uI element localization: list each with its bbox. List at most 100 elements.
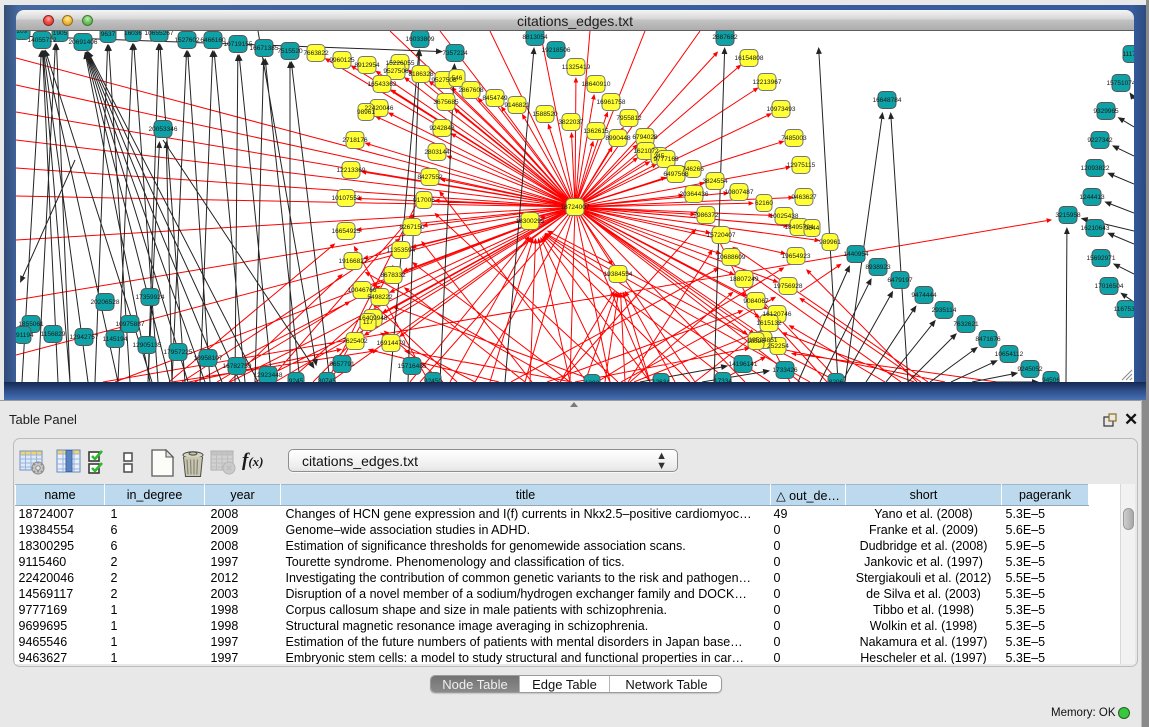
svg-text:1855061: 1855061: [18, 321, 44, 328]
svg-text:1905: 1905: [53, 31, 68, 37]
svg-text:15716485: 15716485: [398, 363, 427, 370]
svg-text:8678332: 8678332: [380, 272, 406, 279]
svg-text:6479197: 6479197: [887, 277, 913, 284]
svg-text:10046766: 10046766: [348, 287, 377, 294]
svg-text:3824554: 3824554: [702, 178, 728, 185]
svg-text:16036: 16036: [124, 31, 142, 37]
svg-text:1440954: 1440954: [843, 251, 869, 258]
svg-text:16671385: 16671385: [250, 45, 279, 52]
svg-text:18300295: 18300295: [516, 218, 545, 225]
svg-text:10973493: 10973493: [767, 106, 796, 113]
svg-text:1244413: 1244413: [1079, 194, 1105, 201]
svg-text:9474444: 9474444: [911, 292, 937, 299]
svg-text:7632621: 7632621: [953, 321, 979, 328]
svg-text:12942757: 12942757: [70, 334, 99, 341]
svg-text:62160: 62160: [755, 200, 773, 207]
svg-text:8471676: 8471676: [975, 336, 1001, 343]
svg-text:16782759: 16782759: [223, 363, 252, 370]
svg-text:14055712: 14055712: [28, 37, 57, 44]
svg-text:14196141: 14196141: [729, 361, 758, 368]
svg-text:94506: 94506: [1042, 377, 1060, 382]
svg-text:8912954: 8912954: [354, 62, 380, 69]
svg-text:6466160: 6466160: [200, 37, 226, 44]
svg-text:252254: 252254: [767, 343, 789, 350]
svg-text:117: 117: [363, 319, 374, 326]
svg-text:7986372: 7986372: [693, 212, 719, 219]
svg-text:16914479: 16914479: [377, 340, 406, 347]
svg-text:18640910: 18640910: [582, 81, 611, 88]
svg-text:209: 209: [17, 31, 28, 35]
svg-text:9463627: 9463627: [791, 194, 817, 201]
svg-text:9329965: 9329965: [1093, 108, 1119, 115]
svg-text:9637: 9637: [101, 31, 116, 38]
svg-text:2803144: 2803144: [424, 149, 450, 156]
svg-text:16961758: 16961758: [597, 99, 626, 106]
svg-text:1156829: 1156829: [41, 331, 66, 338]
svg-text:1733426: 1733426: [772, 367, 798, 374]
svg-text:1615132: 1615132: [756, 320, 782, 327]
svg-text:10975887: 10975887: [116, 321, 145, 328]
svg-text:80745: 80745: [318, 378, 336, 382]
svg-text:98961: 98961: [357, 109, 375, 116]
svg-text:17359924: 17359924: [136, 294, 165, 301]
svg-text:16648784: 16648784: [873, 97, 902, 104]
svg-text:18724007: 18724007: [561, 204, 590, 211]
svg-text:20206528: 20206528: [91, 299, 120, 306]
svg-text:15226055: 15226055: [386, 60, 415, 67]
svg-text:8990448: 8990448: [605, 135, 631, 142]
svg-text:8296: 8296: [829, 379, 844, 382]
svg-text:16120746: 16120746: [763, 311, 792, 318]
svg-text:12213369: 12213369: [337, 167, 366, 174]
svg-text:7955812: 7955812: [616, 115, 642, 122]
svg-text:1292: 1292: [585, 380, 600, 382]
svg-text:10807487: 10807487: [725, 189, 754, 196]
svg-text:19756928: 19756928: [774, 283, 803, 290]
svg-text:20691406: 20691406: [69, 39, 98, 46]
svg-text:7515520: 7515520: [277, 48, 303, 55]
svg-text:92450: 92450: [424, 378, 442, 382]
svg-text:3822037: 3822037: [558, 119, 584, 126]
svg-text:8938923: 8938923: [865, 264, 891, 271]
svg-text:9084067: 9084067: [743, 298, 769, 305]
svg-text:1527602: 1527602: [174, 37, 200, 44]
svg-text:11353594: 11353594: [387, 247, 416, 254]
svg-text:16543362: 16543362: [368, 81, 397, 88]
svg-text:3675685: 3675685: [433, 99, 459, 106]
svg-text:19218506: 19218506: [542, 47, 571, 54]
svg-text:9146821: 9146821: [504, 102, 530, 109]
svg-text:917006: 917006: [413, 197, 435, 204]
svg-text:12213967: 12213967: [753, 79, 782, 86]
svg-text:9245: 9245: [289, 378, 304, 382]
svg-text:10688609: 10688609: [717, 254, 746, 261]
svg-text:12093822: 12093822: [1081, 165, 1110, 172]
svg-text:11325419: 11325419: [562, 64, 591, 71]
svg-text:9242848: 9242848: [429, 125, 455, 132]
svg-text:9960125: 9960125: [329, 57, 355, 64]
svg-text:2718176: 2718176: [342, 137, 368, 144]
svg-text:12905135: 12905135: [133, 342, 162, 349]
svg-text:546: 546: [452, 75, 463, 82]
svg-text:16654925: 16654925: [332, 228, 361, 235]
svg-text:391194: 391194: [16, 332, 34, 339]
svg-text:18807249: 18807249: [730, 276, 759, 283]
svg-text:9657791: 9657791: [329, 361, 355, 368]
svg-text:10655267: 10655267: [145, 31, 174, 37]
svg-text:8267150: 8267150: [399, 224, 425, 231]
svg-text:16033809: 16033809: [406, 36, 435, 43]
svg-text:8186328: 8186328: [408, 71, 434, 78]
svg-text:9227342: 9227342: [1087, 137, 1113, 144]
svg-text:20053346: 20053346: [149, 126, 178, 133]
svg-text:6497568: 6497568: [663, 171, 689, 178]
svg-text:17957225: 17957225: [164, 349, 193, 356]
svg-text:8427552: 8427552: [417, 174, 443, 181]
svg-text:19166827: 19166827: [339, 258, 368, 265]
svg-text:3215958: 3215958: [1055, 212, 1081, 219]
svg-text:20364436: 20364436: [680, 191, 709, 198]
svg-text:6794028: 6794028: [632, 134, 658, 141]
svg-text:11172: 11172: [1122, 51, 1134, 58]
svg-text:9777169: 9777169: [653, 156, 679, 163]
svg-text:1362615: 1362615: [583, 128, 609, 135]
svg-text:15692971: 15692971: [1087, 255, 1116, 262]
svg-text:18526: 18526: [747, 338, 765, 345]
svg-text:9245052: 9245052: [1017, 366, 1043, 373]
